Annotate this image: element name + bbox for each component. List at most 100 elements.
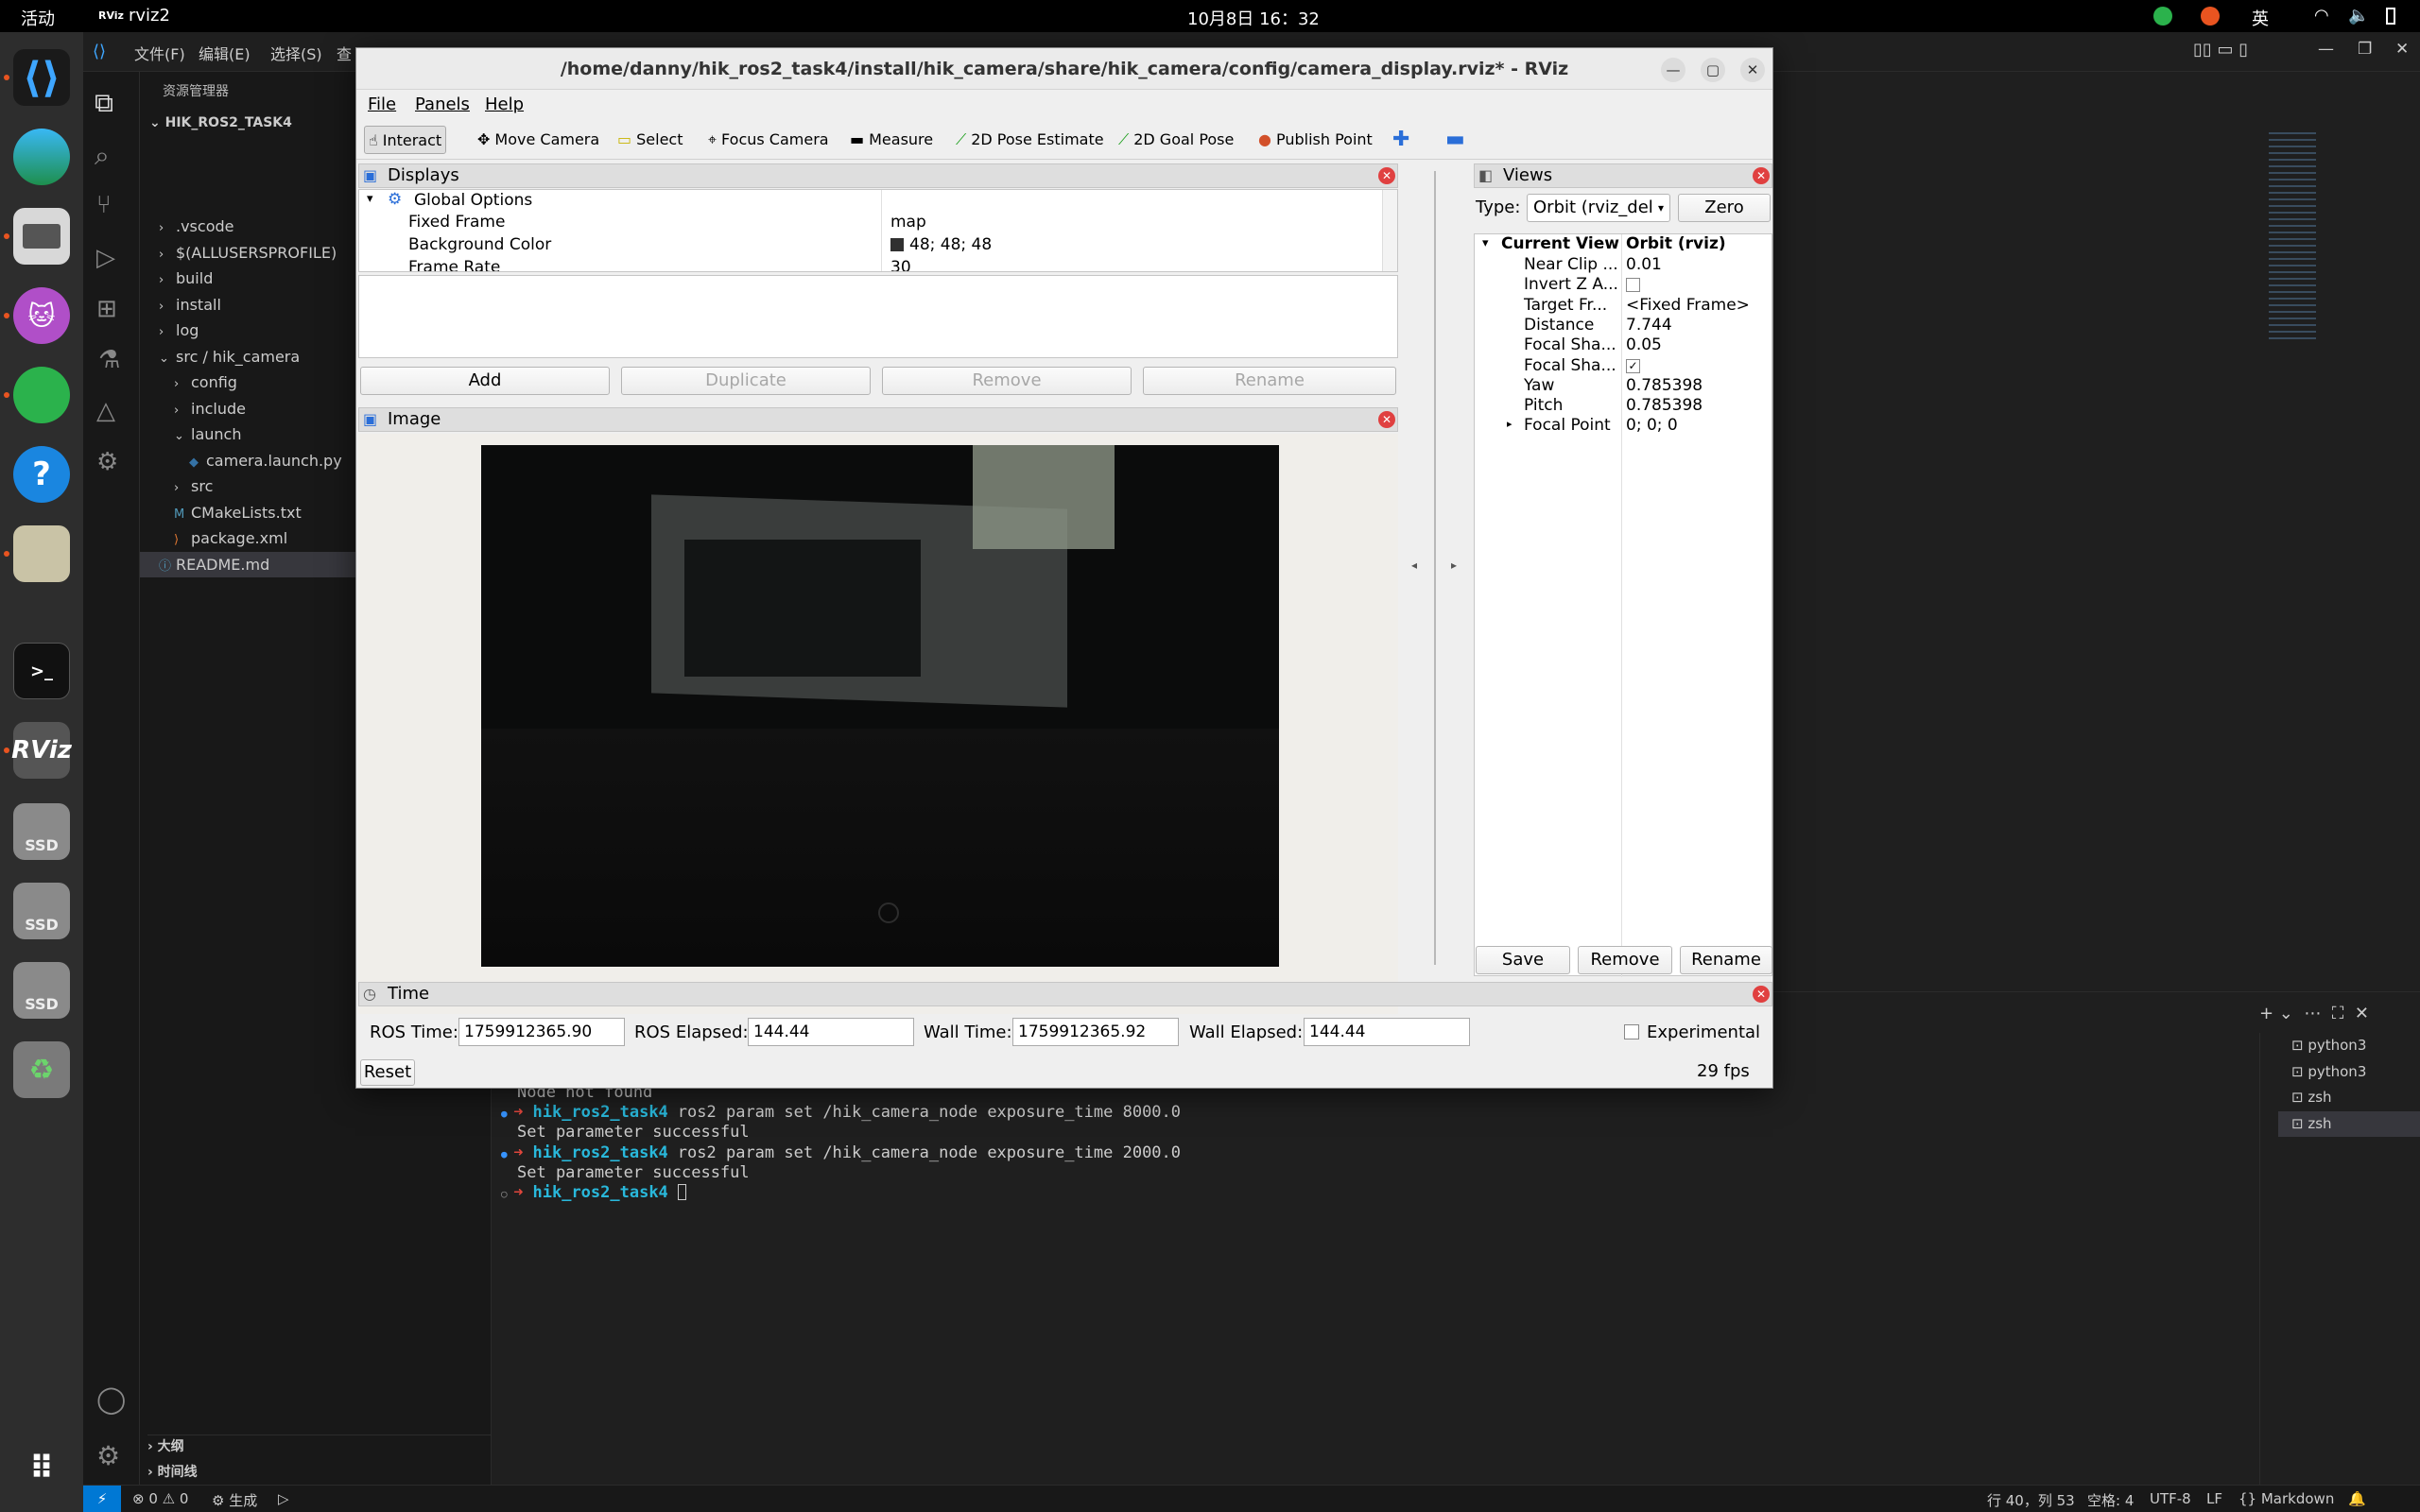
collapse-left-icon[interactable]: ◂	[1411, 558, 1417, 572]
wifi-icon[interactable]: ◠	[2314, 6, 2329, 26]
view-property-value[interactable]: 0.785398	[1626, 396, 1703, 415]
terminal-tab[interactable]: ⊡ python3	[2278, 1033, 2420, 1059]
view-type-dropdown[interactable]: Orbit (rviz_del ▾	[1527, 194, 1670, 222]
display-property-value[interactable]: 30	[890, 258, 911, 271]
tree-item[interactable]: › config	[174, 369, 237, 395]
ssd-drive-icon[interactable]: SSD	[13, 962, 70, 1019]
tree-item[interactable]: › log	[159, 318, 199, 343]
view-property-value[interactable]: 0.785398	[1626, 376, 1703, 395]
wechat-tray-icon[interactable]	[2153, 7, 2172, 26]
view-property-checkbox[interactable]	[1626, 278, 1640, 293]
menu-help[interactable]: Help	[485, 94, 524, 114]
tree-item[interactable]: ⌄ src / hik_camera	[159, 344, 300, 369]
display-property-name[interactable]: Background Color	[408, 235, 551, 254]
remote-icon[interactable]: ⚙	[96, 448, 118, 476]
tree-item[interactable]: › src	[174, 473, 213, 499]
view-property-value[interactable]: 0; 0; 0	[1626, 416, 1678, 435]
tree-item[interactable]: › include	[174, 396, 246, 421]
view-property-name[interactable]: Near Clip ...	[1524, 255, 1618, 274]
tool-2d-goal-pose[interactable]: ⟋ 2D Goal Pose	[1115, 126, 1237, 154]
project-root[interactable]: ⌄ HIK_ROS2_TASK4	[149, 115, 292, 130]
wechat-launcher-icon[interactable]	[13, 367, 70, 423]
display-property-value[interactable]: map	[890, 213, 926, 232]
tree-item[interactable]: › build	[159, 266, 213, 291]
timeline-section[interactable]: › 时间线	[147, 1462, 198, 1481]
source-control-icon[interactable]: ⑂	[96, 191, 112, 219]
close-icon[interactable]: ✕	[1740, 58, 1765, 82]
view-property-value[interactable]: 7.744	[1626, 316, 1672, 335]
rviz-launcher-icon[interactable]: RViz	[11, 722, 72, 779]
wall-elapsed-field[interactable]: 144.44	[1304, 1018, 1470, 1046]
terminal-tab[interactable]: ⊡ python3	[2278, 1059, 2420, 1086]
rename-display-button[interactable]: Rename	[1143, 367, 1396, 395]
current-view-item[interactable]: Current View	[1501, 234, 1619, 253]
reset-button[interactable]: Reset	[360, 1059, 415, 1086]
terminal[interactable]: Node not found ● ➜ hik_ros2_task4 ros2 para…	[501, 1083, 2259, 1203]
add-display-button[interactable]: Add	[360, 367, 610, 395]
indent-setting[interactable]: 空格: 4	[2087, 1490, 2134, 1510]
view-property-value[interactable]: <Fixed Frame>	[1626, 296, 1750, 315]
expand-arrow-icon[interactable]: ▾	[367, 192, 373, 206]
wall-time-field[interactable]: 1759912365.92	[1012, 1018, 1179, 1046]
tree-item[interactable]: ⟩ package.xml	[174, 525, 287, 551]
ubuntu-tray-icon[interactable]	[2201, 7, 2220, 26]
clock[interactable]: 10月8日 16：32	[1187, 6, 1320, 30]
ros-time-field[interactable]: 1759912365.90	[458, 1018, 625, 1046]
close-views-icon[interactable]: ✕	[1753, 167, 1770, 184]
activities-button[interactable]: 活动	[21, 6, 55, 30]
ros-elapsed-field[interactable]: 144.44	[748, 1018, 914, 1046]
tree-item[interactable]: › $(ALLUSERSPROFILE)	[159, 240, 337, 266]
close-time-icon[interactable]: ✕	[1753, 986, 1770, 1003]
vscode-launcher-icon[interactable]: ⟨⟩	[13, 49, 70, 106]
files-launcher-icon[interactable]	[13, 208, 70, 265]
view-property-name[interactable]: Yaw	[1524, 376, 1554, 395]
problems-indicator[interactable]: ⊗ 0 ⚠ 0	[132, 1490, 188, 1507]
remove-tool-icon[interactable]: ▬	[1442, 126, 1469, 154]
duplicate-display-button[interactable]: Duplicate	[621, 367, 871, 395]
view-property-name[interactable]: Focal Sha...	[1524, 356, 1616, 375]
battery-icon[interactable]	[2386, 8, 2395, 25]
search-icon[interactable]: ⌕	[95, 140, 110, 172]
view-property-value[interactable]: 0.01	[1626, 255, 1662, 274]
view-property-value[interactable]: 0.05	[1626, 335, 1662, 354]
ssd-drive-icon[interactable]: SSD	[13, 883, 70, 939]
expand-arrow-icon[interactable]: ▾	[1482, 236, 1489, 250]
view-property-name[interactable]: Distance	[1524, 316, 1594, 335]
run-debug-icon[interactable]: ▷	[96, 244, 115, 272]
account-icon[interactable]: ◯	[96, 1383, 126, 1415]
archive-launcher-icon[interactable]	[13, 525, 70, 582]
cursor-position[interactable]: 行 40，列 53	[1987, 1490, 2075, 1510]
tree-item[interactable]: M CMakeLists.txt	[174, 500, 302, 525]
display-property-name[interactable]: Fixed Frame	[408, 213, 505, 232]
app-name[interactable]: rviz2	[129, 6, 170, 26]
terminal-launcher-icon[interactable]: >_	[13, 643, 70, 699]
encoding[interactable]: UTF-8	[2150, 1490, 2191, 1507]
view-property-name[interactable]: Pitch	[1524, 396, 1563, 415]
cat-app-launcher-icon[interactable]: 🐱	[13, 287, 70, 344]
testing-icon[interactable]: ⚗	[98, 346, 120, 374]
extensions-icon[interactable]: ⊞	[96, 295, 117, 323]
build-status[interactable]: ⚙ 生成	[212, 1490, 257, 1510]
minimize-icon[interactable]: —	[2318, 40, 2334, 59]
tool-interact[interactable]: ☝ Interact	[364, 126, 447, 154]
expand-arrow-icon[interactable]: ▸	[1507, 418, 1512, 430]
volume-icon[interactable]: 🔈	[2348, 6, 2369, 26]
menu-edit[interactable]: 编辑(E)	[199, 42, 251, 64]
ssd-drive-icon[interactable]: SSD	[13, 803, 70, 860]
view-property-name[interactable]: Target Fr...	[1524, 296, 1607, 315]
terminal-tab[interactable]: ⊡ zsh	[2278, 1085, 2420, 1111]
experimental-checkbox[interactable]	[1624, 1024, 1639, 1040]
minimize-icon[interactable]: —	[1661, 58, 1685, 82]
add-tool-icon[interactable]: ✚	[1389, 126, 1413, 154]
close-image-icon[interactable]: ✕	[1378, 411, 1395, 428]
global-options-item[interactable]: Global Options	[414, 191, 532, 210]
view-property-name[interactable]: Invert Z A...	[1524, 275, 1618, 294]
collapse-right-icon[interactable]: ▸	[1451, 558, 1457, 572]
tool-move-camera[interactable]: ✥ Move Camera	[474, 126, 603, 154]
view-property-checkbox[interactable]: ✓	[1626, 358, 1640, 373]
displays-scrollbar[interactable]	[1382, 190, 1397, 271]
trash-icon[interactable]: ♻	[13, 1041, 70, 1098]
menu-selection[interactable]: 选择(S)	[270, 42, 322, 64]
layout-icon[interactable]: ▯▯ ▭ ▯	[2193, 40, 2248, 60]
input-method-indicator[interactable]: 英	[2252, 6, 2269, 30]
